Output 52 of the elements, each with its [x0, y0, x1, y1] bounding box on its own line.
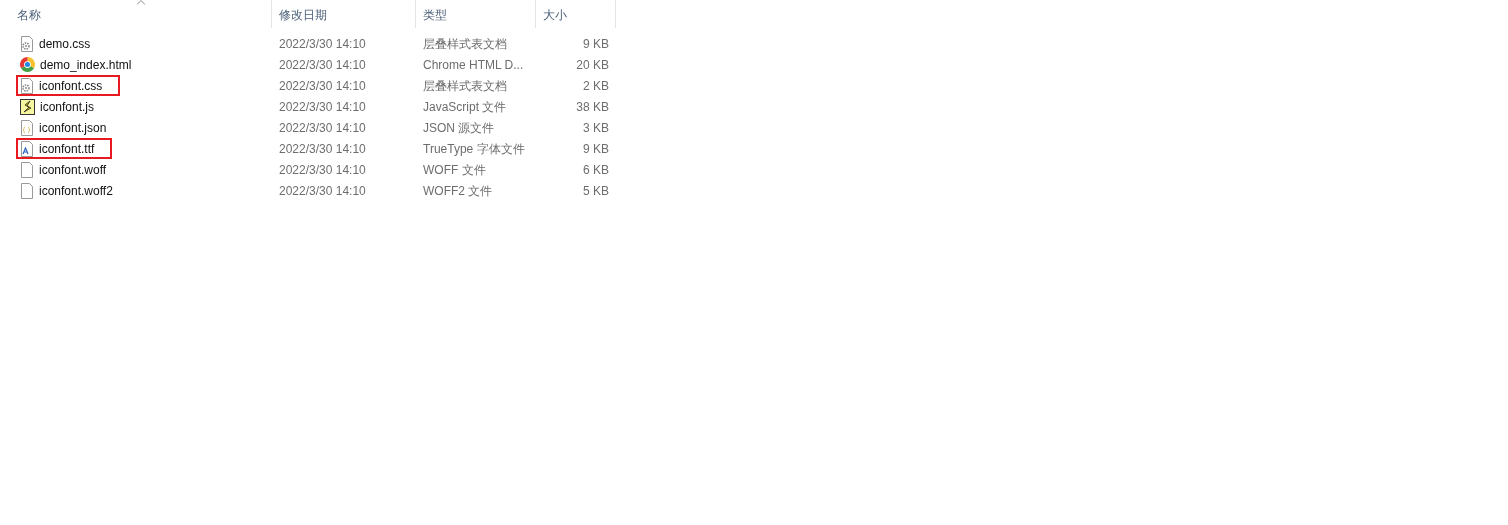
file-type: 层叠样式表文档	[422, 77, 508, 95]
column-header[interactable]: 名称	[10, 0, 272, 28]
file-type: WOFF 文件	[422, 161, 487, 179]
file-type: TrueType 字体文件	[422, 140, 526, 158]
file-row[interactable]: iconfont.woff2 2022/3/30 14:10 WOFF2 文件 5 KB	[10, 180, 1508, 201]
file-name: demo_index.html	[40, 56, 132, 74]
file-size: 38 KB	[575, 98, 610, 116]
column-header[interactable]: 修改日期	[272, 0, 416, 28]
gear-file-icon	[20, 35, 34, 52]
modified-date: 2022/3/30 14:10	[278, 119, 367, 137]
file-row[interactable]: iconfont.json 2022/3/30 14:10 JSON 源文件 3 KB	[10, 117, 1508, 138]
file-type: WOFF2 文件	[422, 182, 494, 200]
file-size: 9 KB	[582, 35, 610, 53]
column-header[interactable]: 大小	[536, 0, 616, 28]
file-type: 层叠样式表文档	[422, 35, 508, 53]
file-row[interactable]: iconfont.css 2022/3/30 14:10 层叠样式表文档 2 KB	[10, 75, 1508, 96]
file-size: 3 KB	[582, 119, 610, 137]
modified-date: 2022/3/30 14:10	[278, 35, 367, 53]
modified-date: 2022/3/30 14:10	[278, 182, 367, 200]
modified-date: 2022/3/30 14:10	[278, 56, 367, 74]
blank-file-icon	[20, 161, 34, 178]
font-file-icon	[20, 140, 34, 157]
file-size: 20 KB	[575, 56, 610, 74]
gear-file-icon	[20, 77, 34, 94]
file-name: demo.css	[39, 35, 91, 53]
braces-file-icon	[20, 119, 34, 136]
file-name: iconfont.json	[39, 119, 107, 137]
browser-icon	[20, 57, 35, 72]
file-name: iconfont.ttf	[39, 140, 95, 158]
file-name: iconfont.woff2	[39, 182, 113, 200]
file-type: JavaScript 文件	[422, 98, 508, 116]
blank-file-icon	[20, 182, 34, 199]
file-name: iconfont.css	[39, 77, 103, 95]
file-size: 9 KB	[582, 140, 610, 158]
file-size: 2 KB	[582, 77, 610, 95]
modified-date: 2022/3/30 14:10	[278, 77, 367, 95]
file-name: iconfont.woff	[39, 161, 107, 179]
modified-date: 2022/3/30 14:10	[278, 140, 367, 158]
file-row[interactable]: iconfont.woff 2022/3/30 14:10 WOFF 文件 6 KB	[10, 159, 1508, 180]
file-size: 5 KB	[582, 182, 610, 200]
file-row[interactable]: demo_index.html 2022/3/30 14:10 Chrome HTML D... 20 KB	[10, 54, 1508, 75]
script-file-icon	[20, 98, 35, 115]
file-row[interactable]: iconfont.js 2022/3/30 14:10 JavaScript 文件 38 KB	[10, 96, 1508, 117]
file-type: Chrome HTML D...	[422, 56, 525, 74]
file-size: 6 KB	[582, 161, 610, 179]
modified-date: 2022/3/30 14:10	[278, 161, 367, 179]
column-header[interactable]: 类型	[416, 0, 536, 28]
file-row[interactable]: demo.css 2022/3/30 14:10 层叠样式表文档 9 KB	[10, 33, 1508, 54]
modified-date: 2022/3/30 14:10	[278, 98, 367, 116]
file-row[interactable]: iconfont.ttf 2022/3/30 14:10 TrueType 字体文件 9 KB	[10, 138, 1508, 159]
file-name: iconfont.js	[40, 98, 95, 116]
file-type: JSON 源文件	[422, 119, 496, 137]
